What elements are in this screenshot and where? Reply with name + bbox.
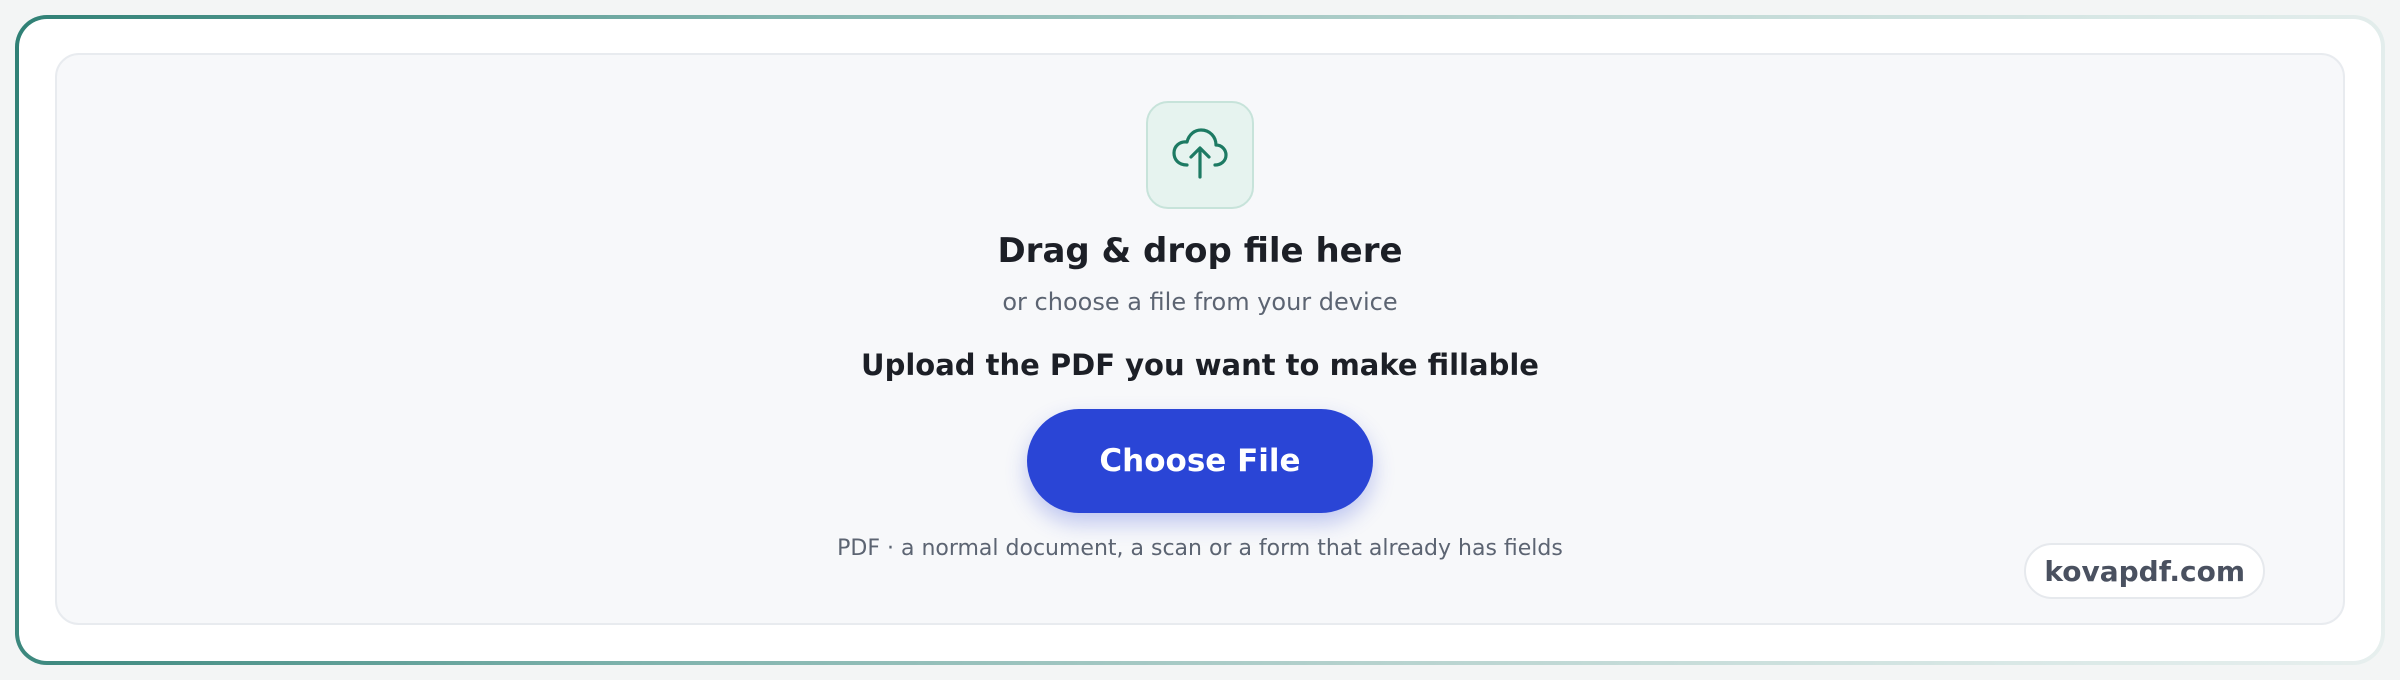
cloud-upload-icon <box>1170 125 1230 185</box>
dropzone-title: Drag & drop file here <box>997 231 1403 271</box>
upload-card: Drag & drop file here or choose a file f… <box>19 19 2381 661</box>
upload-instruction: Upload the PDF you want to make fillable <box>861 348 1539 382</box>
dropzone-subtitle: or choose a file from your device <box>1002 288 1398 316</box>
brand-badge: kovapdf.com <box>2024 543 2265 599</box>
upload-icon-tile <box>1146 101 1254 209</box>
upload-card-frame: Drag & drop file here or choose a file f… <box>15 15 2385 665</box>
file-dropzone[interactable]: Drag & drop file here or choose a file f… <box>55 53 2345 625</box>
choose-file-button[interactable]: Choose File <box>1027 409 1373 513</box>
file-type-hint: PDF · a normal document, a scan or a for… <box>837 536 1563 561</box>
